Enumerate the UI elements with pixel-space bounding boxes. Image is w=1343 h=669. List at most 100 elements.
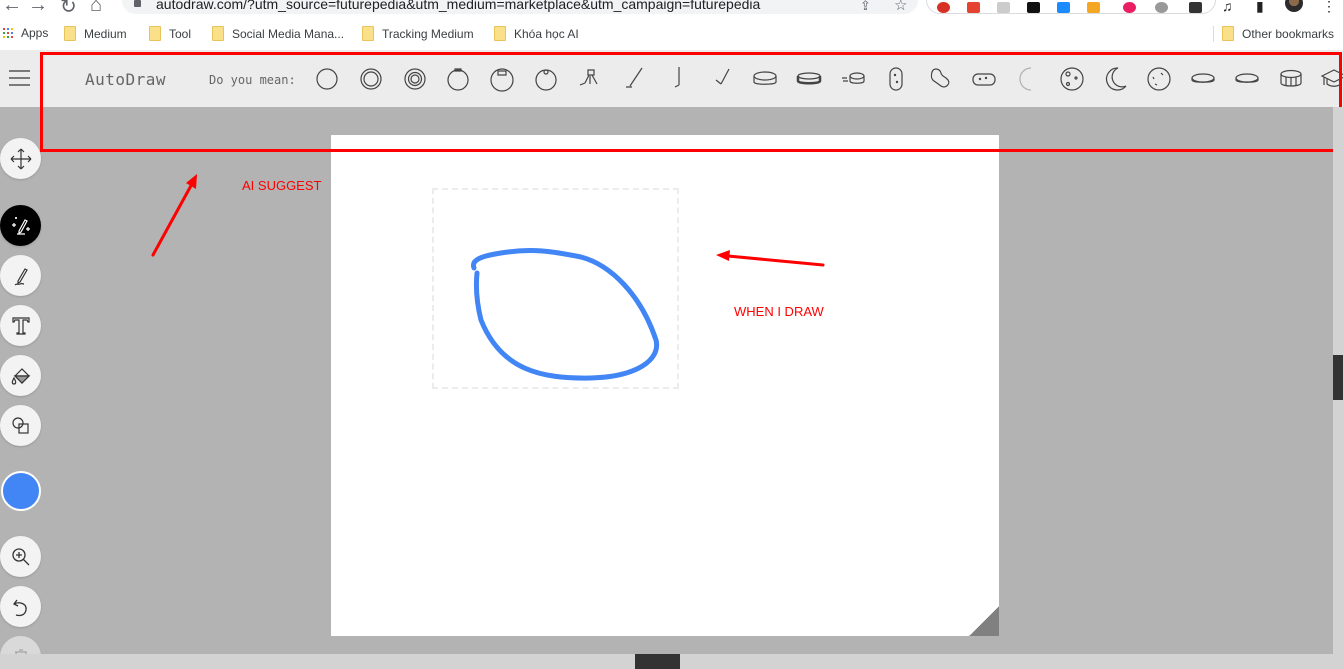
extension-icon[interactable] bbox=[1087, 2, 1100, 13]
bookmark-tracking-medium[interactable]: Tracking Medium bbox=[362, 26, 474, 41]
screen: ← → ↻ ⌂ autodraw.com/?utm_source=futurep… bbox=[0, 0, 1343, 669]
suggestion-sponge[interactable] bbox=[970, 64, 998, 94]
browser-toolbar: ← → ↻ ⌂ autodraw.com/?utm_source=futurep… bbox=[0, 0, 1343, 18]
suggestion-moon-craters[interactable] bbox=[1058, 64, 1086, 94]
profile-avatar[interactable] bbox=[1285, 0, 1303, 12]
folder-icon bbox=[149, 26, 161, 41]
draw-tool-button[interactable] bbox=[0, 255, 41, 296]
folder-icon bbox=[212, 26, 224, 41]
puzzle-extensions-icon[interactable] bbox=[1189, 2, 1202, 13]
bookmark-label: Other bookmarks bbox=[1242, 26, 1335, 41]
bookmark-label: Tracking Medium bbox=[382, 26, 474, 41]
todoist-extension-icon[interactable] bbox=[967, 2, 980, 13]
back-icon[interactable]: ← bbox=[2, 0, 22, 17]
suggestion-graduation-cap[interactable] bbox=[1320, 64, 1343, 94]
extension-icon[interactable] bbox=[1057, 2, 1070, 13]
hockey-puck-textured-icon bbox=[796, 72, 822, 85]
extension-icon[interactable] bbox=[997, 2, 1010, 13]
shape-tool-button[interactable] bbox=[0, 405, 41, 446]
extension-icon[interactable] bbox=[1027, 2, 1040, 13]
canvas-area: AI SUGGEST WHEN I DRAW bbox=[0, 107, 1333, 669]
bookmark-apps[interactable]: Apps bbox=[3, 26, 48, 40]
url-text[interactable]: autodraw.com/?utm_source=futurepedia&utm… bbox=[156, 0, 760, 12]
bookmarks-divider bbox=[1213, 26, 1214, 42]
address-bar[interactable]: autodraw.com/?utm_source=futurepedia&utm… bbox=[122, 0, 918, 14]
text-icon bbox=[11, 316, 30, 335]
bookmark-star-icon[interactable]: ☆ bbox=[894, 0, 907, 14]
suggestion-blueberry-top[interactable] bbox=[532, 64, 560, 94]
color-picker-button[interactable] bbox=[1, 471, 41, 511]
graduation-cap-icon bbox=[1321, 69, 1343, 87]
bookmark-tool[interactable]: Tool bbox=[149, 26, 191, 41]
suggestion-circle[interactable] bbox=[313, 64, 341, 94]
app-title: AutoDraw bbox=[85, 70, 167, 89]
paint-bucket-icon bbox=[11, 367, 30, 385]
suggestion-crescent-moon[interactable] bbox=[1101, 64, 1129, 94]
bookmark-social-media[interactable]: Social Media Mana... bbox=[212, 26, 344, 41]
folder-icon bbox=[64, 26, 76, 41]
drawing-canvas[interactable] bbox=[331, 135, 999, 636]
move-tool-button[interactable] bbox=[0, 138, 41, 179]
ornament-icon bbox=[447, 68, 469, 91]
type-tool-button[interactable] bbox=[0, 305, 41, 346]
reload-icon[interactable]: ↻ bbox=[60, 0, 77, 19]
lock-icon bbox=[134, 0, 141, 7]
suggestion-crescent-faint[interactable] bbox=[1014, 64, 1042, 94]
undo-button[interactable] bbox=[0, 586, 41, 627]
suggestion-hockey-stick-angled[interactable] bbox=[707, 64, 735, 94]
suggestion-label: Do you mean: bbox=[209, 73, 296, 87]
drawn-stroke bbox=[471, 248, 660, 381]
hockey-puck-moving-icon bbox=[841, 72, 865, 84]
suggestion-hockey-stick[interactable] bbox=[620, 64, 648, 94]
suggestion-double-circle[interactable] bbox=[357, 64, 385, 94]
suggestion-hockey-puck-textured[interactable] bbox=[795, 64, 823, 94]
menu-icon[interactable] bbox=[9, 70, 30, 86]
bookmark-medium[interactable]: Medium bbox=[64, 26, 127, 41]
bookmark-khoa-hoc-ai[interactable]: Khóa học AI bbox=[494, 26, 579, 41]
media-control-icon[interactable]: ♫ bbox=[1222, 0, 1233, 14]
share-icon[interactable]: ⇪ bbox=[860, 0, 871, 14]
suggestion-hockey-puck[interactable] bbox=[751, 64, 779, 94]
browser-menu-icon[interactable]: ⋮ bbox=[1322, 0, 1336, 15]
vertical-scrollbar-thumb[interactable] bbox=[1333, 355, 1343, 400]
suggestion-hockey-player[interactable] bbox=[576, 64, 604, 94]
extension-icon[interactable] bbox=[1155, 2, 1168, 13]
autodraw-sparkle-pencil-icon bbox=[11, 216, 30, 235]
bookmarks-bar: Apps Medium Tool Social Media Mana... Tr… bbox=[0, 18, 1343, 50]
blueberry-icon bbox=[490, 68, 514, 92]
suggestion-coin-flat-2[interactable] bbox=[1233, 64, 1261, 94]
arrow-to-suggestions bbox=[151, 180, 195, 257]
suggestion-peanut-angled[interactable] bbox=[926, 64, 954, 94]
horizontal-scrollbar-thumb[interactable] bbox=[635, 654, 680, 669]
page-curl bbox=[969, 606, 999, 636]
suggestion-moon-full[interactable] bbox=[1145, 64, 1173, 94]
suggestion-hockey-stick-vertical[interactable] bbox=[663, 64, 691, 94]
zoom-button[interactable] bbox=[0, 536, 41, 577]
bookmark-label: Apps bbox=[21, 26, 49, 40]
extension-icon[interactable] bbox=[1123, 2, 1136, 13]
autodraw-tool-button[interactable] bbox=[0, 205, 41, 246]
coin-flat-2-icon bbox=[1235, 73, 1259, 83]
folder-icon bbox=[362, 26, 374, 41]
sponge-icon bbox=[972, 73, 996, 86]
suggestion-ornament[interactable] bbox=[444, 64, 472, 94]
moon-craters-icon bbox=[1059, 67, 1084, 91]
suggestion-peanut[interactable] bbox=[882, 64, 910, 94]
extension-icon[interactable] bbox=[937, 2, 950, 13]
home-icon[interactable]: ⌂ bbox=[90, 0, 102, 17]
suggestion-coin-stack[interactable] bbox=[1277, 64, 1305, 94]
fill-tool-button[interactable] bbox=[0, 355, 41, 396]
coin-flat-icon bbox=[1191, 73, 1215, 83]
autodraw-header: AutoDraw Do you mean: bbox=[0, 50, 1343, 107]
undo-icon bbox=[12, 599, 27, 616]
side-panel-icon[interactable]: ▮ bbox=[1256, 0, 1264, 15]
move-arrows-icon bbox=[10, 148, 31, 169]
blueberry-top-icon bbox=[535, 69, 557, 91]
forward-icon[interactable]: → bbox=[28, 0, 48, 17]
suggestion-coin-flat[interactable] bbox=[1189, 64, 1217, 94]
shapes-icon bbox=[11, 416, 29, 434]
suggestion-hockey-puck-moving[interactable] bbox=[839, 64, 867, 94]
bookmark-other[interactable]: Other bookmarks bbox=[1222, 26, 1334, 41]
suggestion-triple-circle[interactable] bbox=[401, 64, 429, 94]
suggestion-blueberry[interactable] bbox=[488, 64, 516, 94]
